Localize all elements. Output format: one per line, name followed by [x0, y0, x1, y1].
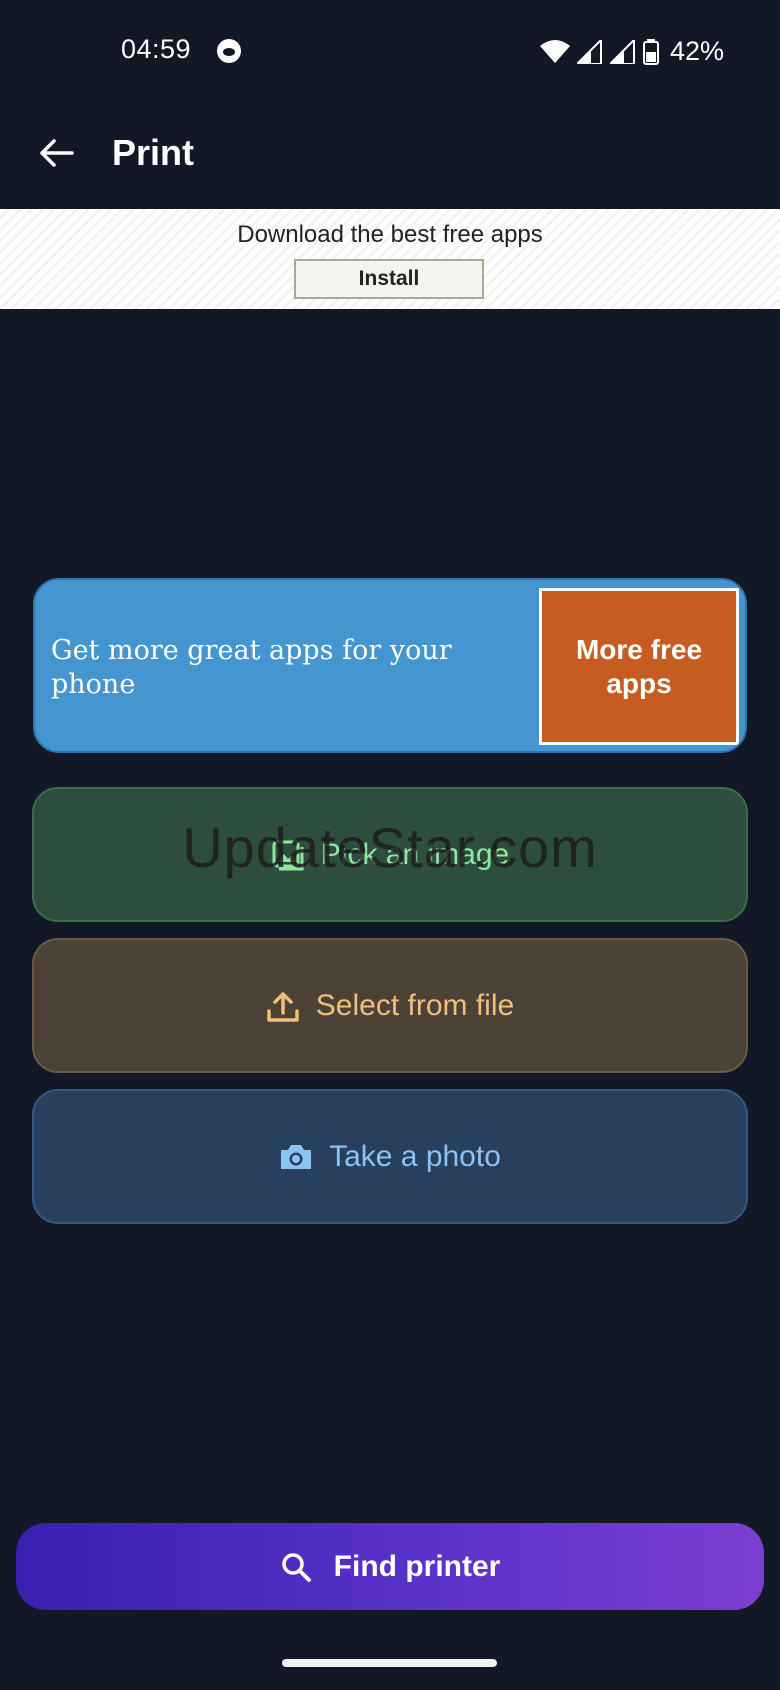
status-time: 04:59: [121, 34, 192, 64]
ad-install-button[interactable]: Install: [294, 259, 484, 299]
home-indicator[interactable]: [282, 1659, 497, 1667]
signal-icon: [576, 39, 602, 64]
promo-text: Get more great apps for your phone: [51, 635, 452, 700]
take-photo-button[interactable]: Take a photo: [32, 1089, 748, 1224]
ad-text: Download the best free apps: [237, 221, 543, 248]
more-free-apps-button[interactable]: More free apps: [539, 588, 739, 745]
signal-icon: [609, 39, 635, 64]
pick-image-label: Pick an image: [320, 837, 510, 871]
back-button[interactable]: [36, 132, 78, 174]
select-file-label: Select from file: [315, 988, 515, 1022]
battery-icon: [642, 38, 659, 65]
pick-image-button[interactable]: Pick an image: [32, 787, 748, 922]
status-icons: 42%: [539, 36, 724, 67]
find-printer-button[interactable]: Find printer: [16, 1523, 764, 1610]
page-title: Print: [112, 132, 195, 173]
notification-cat-icon: [217, 39, 241, 63]
app-bar: Print: [0, 110, 780, 200]
search-icon: [281, 1552, 311, 1582]
image-icon: [272, 840, 304, 870]
ad-banner[interactable]: Download the best free apps Install: [0, 209, 780, 309]
battery-percent: 42%: [669, 36, 724, 66]
arrow-left-icon: [40, 139, 74, 167]
promo-card[interactable]: Get more great apps for your phone More …: [33, 578, 747, 753]
select-file-button[interactable]: Select from file: [32, 938, 748, 1073]
status-bar: 04:59 42%: [0, 0, 780, 100]
camera-icon: [281, 1144, 312, 1169]
take-photo-label: Take a photo: [329, 1139, 501, 1173]
upload-icon: [267, 991, 299, 1022]
find-printer-label: Find printer: [333, 1549, 501, 1583]
wifi-icon: [539, 39, 570, 63]
